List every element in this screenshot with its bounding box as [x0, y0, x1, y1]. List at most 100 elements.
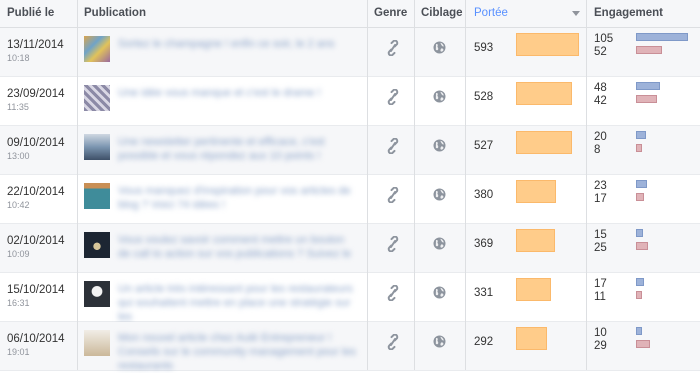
post-time: 10:18: [7, 53, 30, 63]
post-thumbnail[interactable]: [84, 330, 110, 356]
globe-icon: [433, 188, 446, 206]
post-time: 10:42: [7, 200, 30, 210]
post-date: 06/10/2014: [7, 333, 65, 345]
reach-bar: [516, 229, 555, 252]
engagement-value-1: 15: [594, 229, 607, 241]
post-text[interactable]: Vous manquez d'inspiration pour vos arti…: [118, 184, 356, 212]
column-divider: [77, 0, 78, 370]
post-thumbnail[interactable]: [84, 36, 110, 62]
reach-bar: [516, 327, 547, 350]
engagement-value-2: 11: [594, 291, 606, 303]
engagement-bar-1: [636, 327, 642, 335]
engagement-value-1: 23: [594, 180, 607, 192]
post-text[interactable]: Sortez le champagne ! enfin ce soir, le …: [118, 37, 356, 51]
engagement-bar-1: [636, 229, 643, 237]
column-divider: [465, 0, 466, 370]
reach-value: 380: [474, 189, 494, 201]
column-engagement[interactable]: Engagement: [594, 0, 663, 27]
table-row[interactable]: 02/10/2014 10:09 Vous voulez savoir commen…: [0, 224, 700, 273]
reach-bar: [516, 180, 556, 203]
engagement-bar-2: [636, 242, 648, 250]
engagement-value-1: 10: [594, 327, 607, 339]
globe-icon: [433, 286, 446, 304]
column-published[interactable]: Publié le: [7, 0, 54, 27]
column-genre[interactable]: Genre: [374, 0, 407, 27]
engagement-value-1: 48: [594, 82, 607, 94]
insights-table: Publié le Publication Genre Ciblage Port…: [0, 0, 700, 373]
link-icon: [386, 39, 400, 61]
engagement-bar-2: [636, 95, 657, 103]
reach-bar: [516, 131, 572, 154]
post-text[interactable]: Une idée vous manque et c'est le drame !: [118, 86, 356, 100]
reach-value: 292: [474, 336, 494, 348]
reach-value: 593: [474, 42, 494, 54]
link-icon: [386, 137, 400, 159]
engagement-value-2: 25: [594, 242, 607, 254]
link-icon: [386, 186, 400, 208]
engagement-bar-1: [636, 278, 644, 286]
table-row[interactable]: 06/10/2014 19:01 Mon nouvel article chez A…: [0, 322, 700, 373]
post-date: 15/10/2014: [7, 284, 65, 296]
link-icon: [386, 235, 400, 257]
column-reach[interactable]: Portée: [474, 0, 508, 27]
post-date: 09/10/2014: [7, 137, 65, 149]
post-time: 11:35: [7, 102, 29, 112]
table-row[interactable]: 23/09/2014 11:35 Une idée vous manque et c…: [0, 77, 700, 126]
sort-descending-icon[interactable]: [572, 11, 580, 16]
column-divider: [586, 0, 587, 370]
post-thumbnail[interactable]: [84, 85, 110, 111]
table-row[interactable]: 13/11/2014 10:18 Sortez le champagne ! enf…: [0, 28, 700, 77]
reach-value: 527: [474, 140, 494, 152]
column-publication[interactable]: Publication: [84, 0, 146, 27]
globe-icon: [433, 237, 446, 255]
column-targeting[interactable]: Ciblage: [421, 0, 463, 27]
globe-icon: [433, 41, 446, 59]
column-divider: [367, 0, 368, 370]
post-text[interactable]: Un article très intéressant pour les res…: [118, 282, 356, 324]
post-date: 22/10/2014: [7, 186, 65, 198]
engagement-value-2: 29: [594, 340, 607, 352]
post-thumbnail[interactable]: [84, 134, 110, 160]
engagement-bar-1: [636, 180, 647, 188]
post-date: 13/11/2014: [7, 39, 64, 51]
engagement-bar-2: [636, 46, 662, 54]
reach-bar: [516, 33, 579, 56]
engagement-bar-1: [636, 33, 688, 41]
engagement-value-2: 52: [594, 46, 607, 58]
table-row[interactable]: 15/10/2014 16:31 Un article très intéressa…: [0, 273, 700, 324]
engagement-bar-2: [636, 193, 644, 201]
engagement-value-1: 105: [594, 33, 614, 45]
globe-icon: [433, 90, 446, 108]
table-row[interactable]: 22/10/2014 10:42 Vous manquez d'inspiratio…: [0, 175, 700, 224]
reach-bar: [516, 278, 551, 301]
engagement-bar-1: [636, 82, 660, 90]
link-icon: [386, 88, 400, 110]
reach-value: 331: [474, 287, 494, 299]
engagement-bar-2: [636, 291, 642, 299]
engagement-value-2: 8: [594, 144, 601, 156]
link-icon: [386, 284, 400, 306]
post-text[interactable]: Vous voulez savoir comment mettre un bou…: [118, 233, 356, 261]
post-text[interactable]: Mon nouvel article chez Aulé Entrepreneu…: [118, 331, 356, 373]
table-header: Publié le Publication Genre Ciblage Port…: [0, 0, 700, 28]
reach-value: 369: [474, 238, 494, 250]
engagement-bar-2: [636, 340, 650, 348]
engagement-bar-1: [636, 131, 646, 139]
post-date: 23/09/2014: [7, 88, 65, 100]
globe-icon: [433, 335, 446, 353]
post-time: 10:09: [7, 249, 30, 259]
post-time: 19:01: [7, 347, 30, 357]
reach-value: 528: [474, 91, 494, 103]
post-thumbnail[interactable]: [84, 232, 110, 258]
table-row[interactable]: 09/10/2014 13:00 Une newsletter pertinente…: [0, 126, 700, 175]
post-time: 13:00: [7, 151, 30, 161]
engagement-value-2: 42: [594, 95, 607, 107]
reach-bar: [516, 82, 572, 105]
engagement-value-1: 17: [594, 278, 607, 290]
link-icon: [386, 333, 400, 355]
post-thumbnail[interactable]: [84, 281, 110, 307]
post-thumbnail[interactable]: [84, 183, 110, 209]
globe-icon: [433, 139, 446, 157]
column-divider: [414, 0, 415, 370]
post-text[interactable]: Une newsletter pertinente et efficace, c…: [118, 135, 356, 163]
